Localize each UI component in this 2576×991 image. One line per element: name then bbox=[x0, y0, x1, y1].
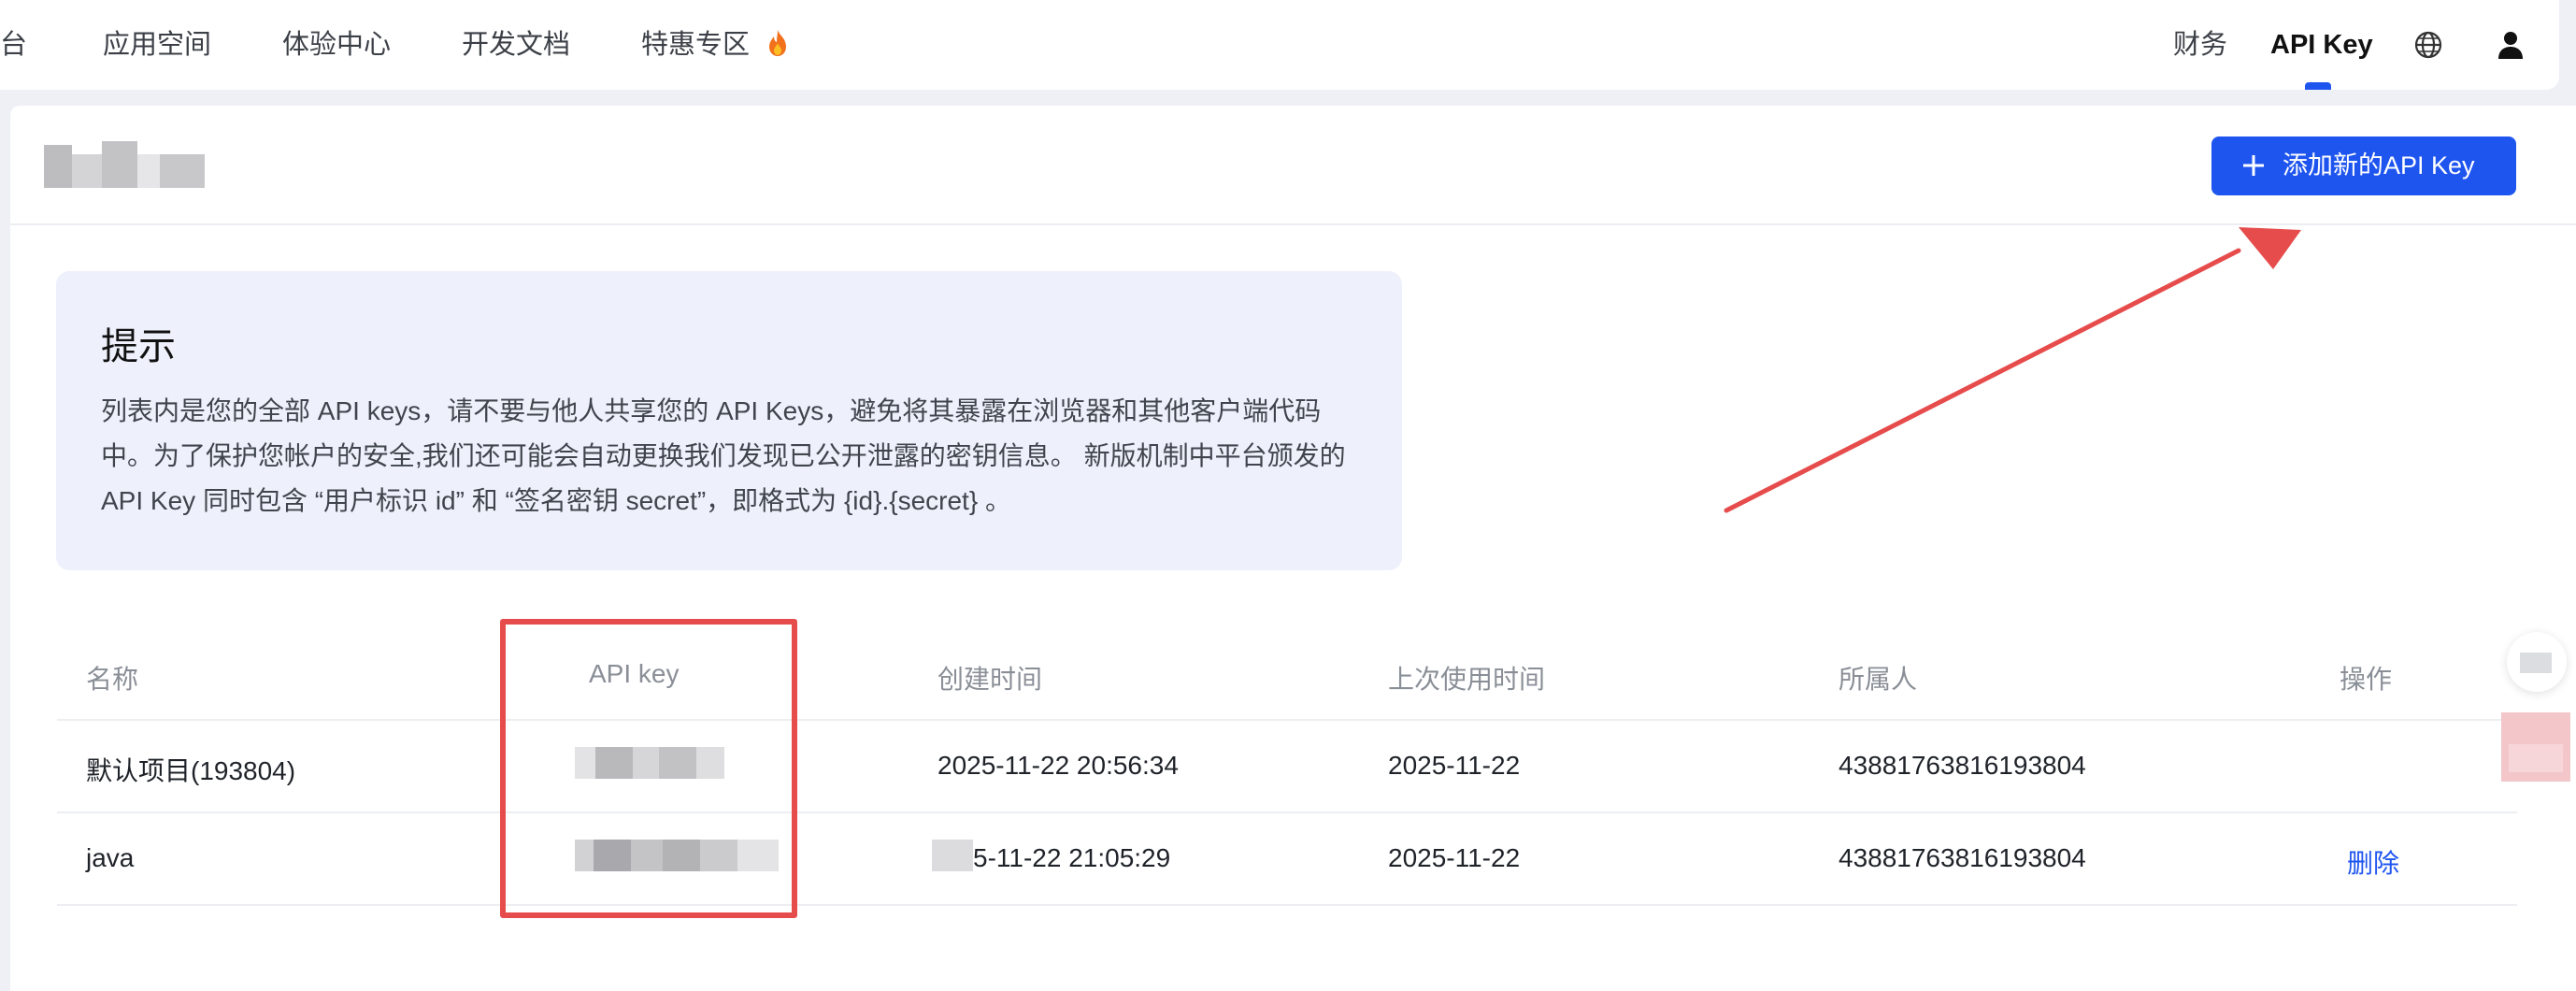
annotation-arrow bbox=[1724, 227, 2301, 513]
floating-widget[interactable] bbox=[2507, 632, 2567, 692]
floating-widget-blurred[interactable] bbox=[2501, 712, 2570, 782]
